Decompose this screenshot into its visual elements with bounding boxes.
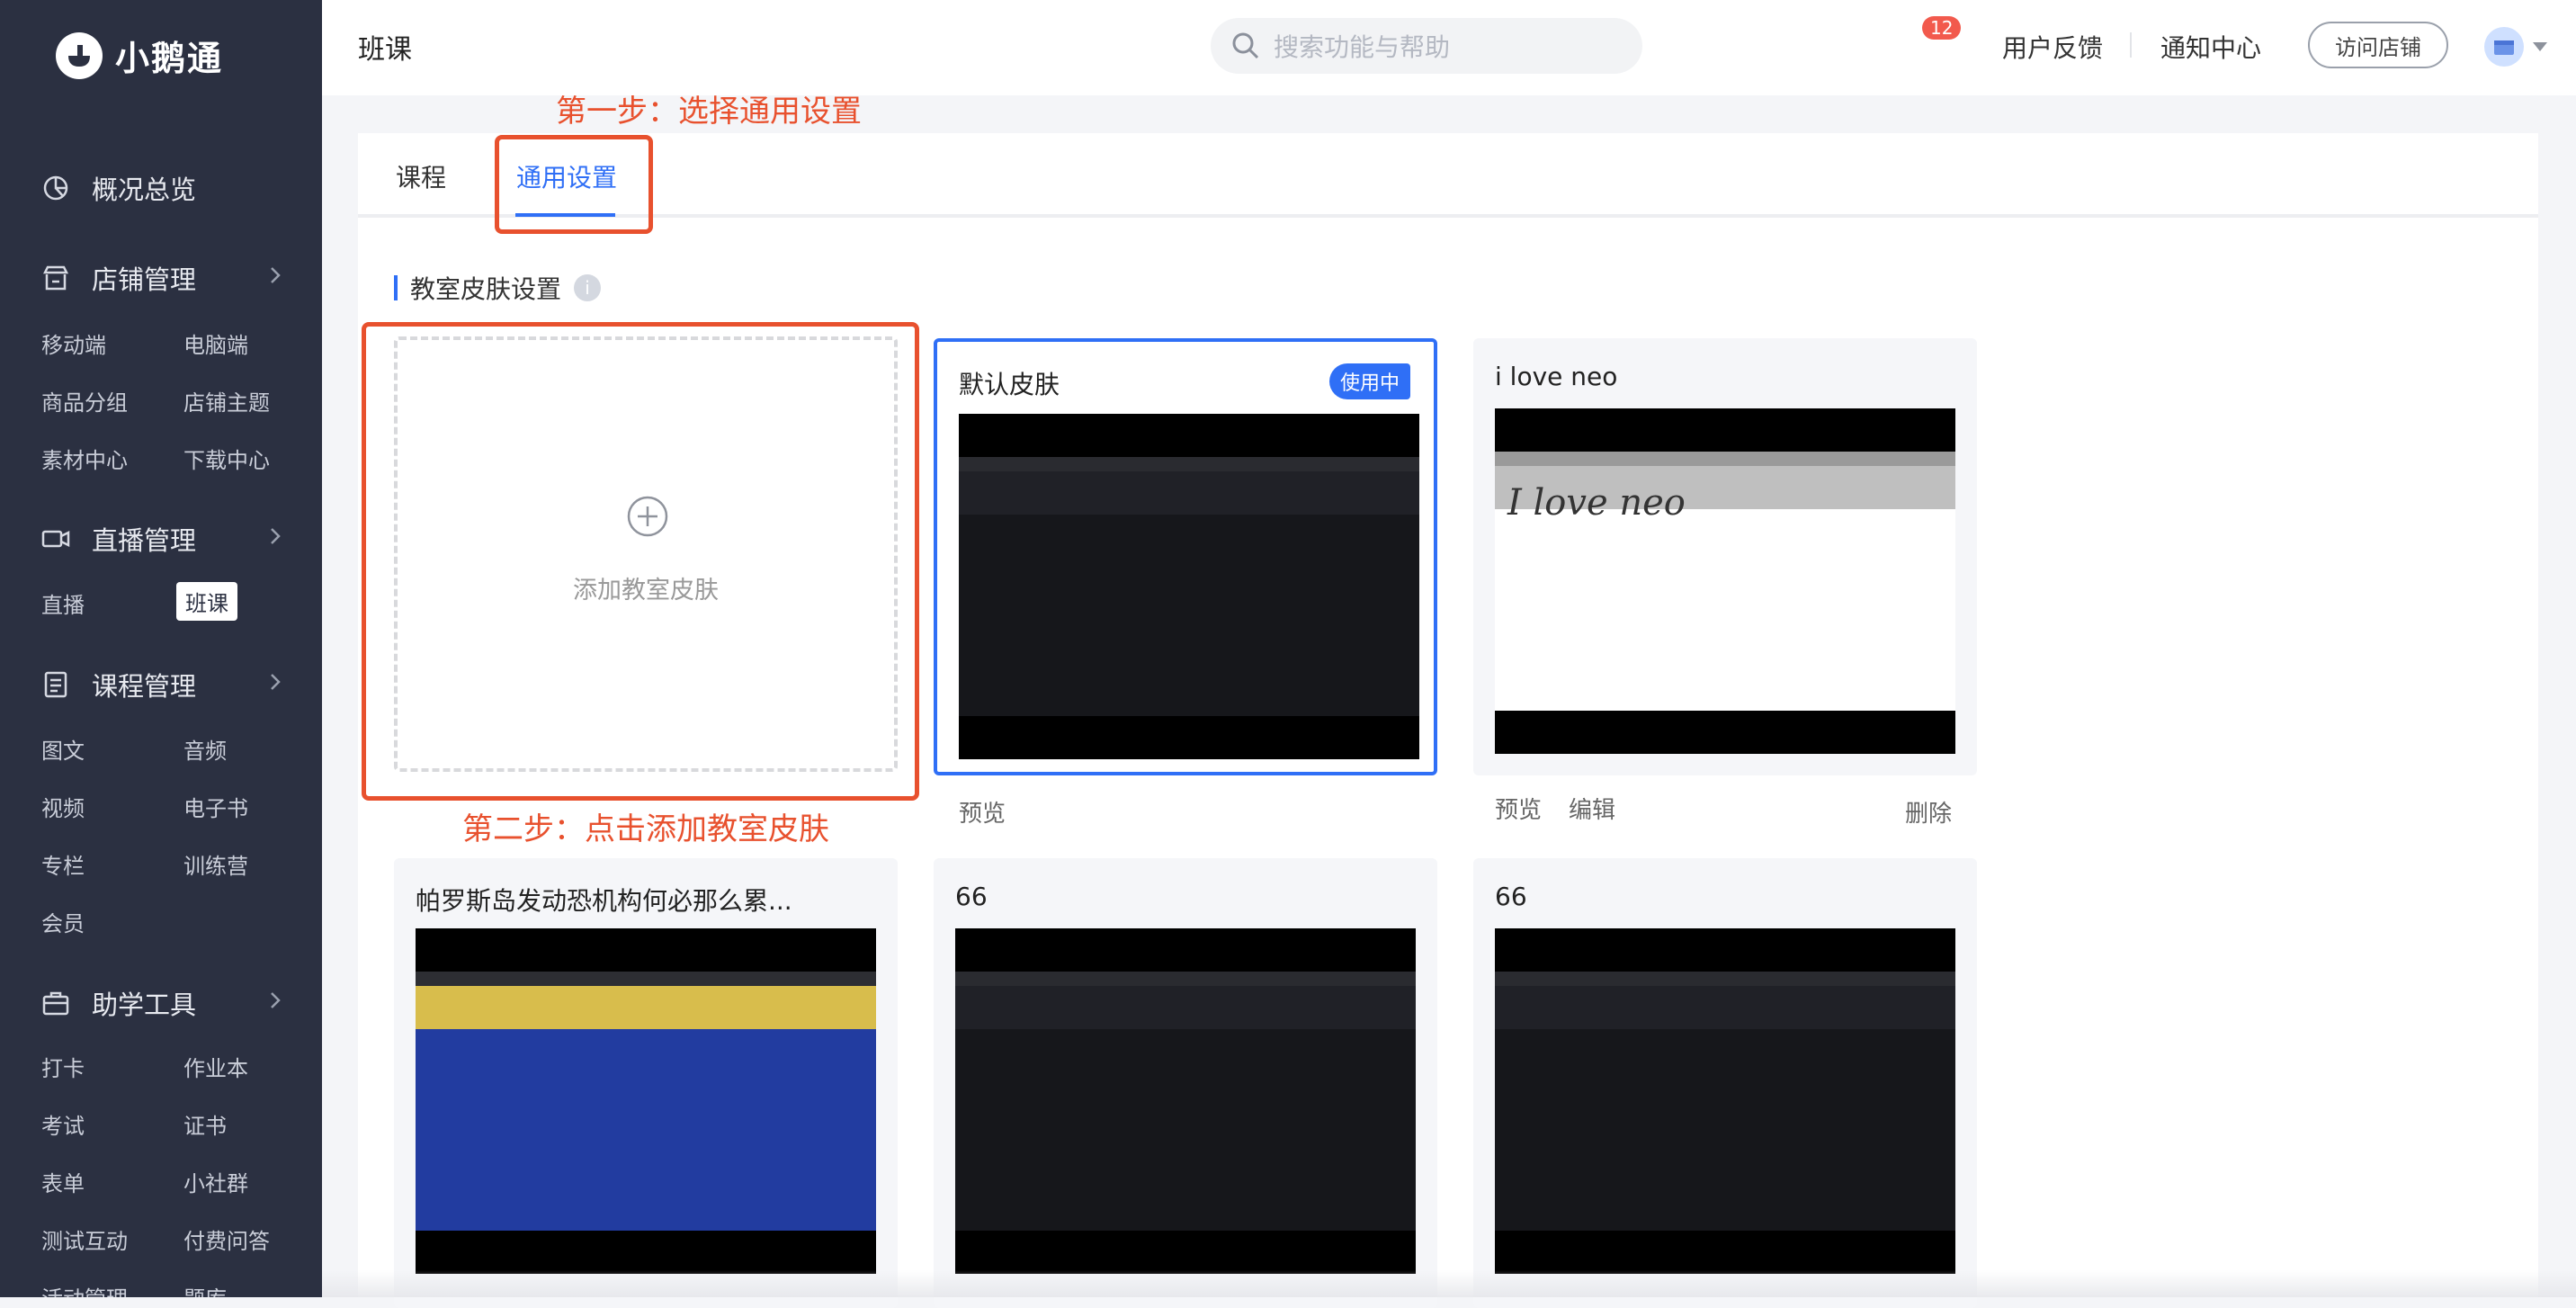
goose-logo-icon (56, 31, 103, 79)
delete-link[interactable]: 删除 (1905, 795, 1952, 829)
sidebar-item-question-bank[interactable]: 题库 (183, 1281, 227, 1297)
document-icon (40, 668, 72, 701)
search-icon (1230, 31, 1261, 61)
skin-name: 66 (955, 882, 988, 911)
skin-thumbnail[interactable]: I love neo (1495, 408, 1955, 754)
bottom-fade (322, 1270, 2576, 1297)
edit-link[interactable]: 编辑 (1569, 792, 1615, 825)
chevron-right-icon (268, 988, 282, 1017)
sidebar-item-product-group[interactable]: 商品分组 (41, 385, 128, 417)
sidebar-item-video[interactable]: 视频 (41, 791, 85, 822)
store-avatar-icon (2494, 40, 2514, 55)
sidebar-item-activity[interactable]: 活动管理 (41, 1281, 128, 1297)
skin-name: 66 (1495, 882, 1527, 911)
header-divider (2130, 32, 2132, 58)
sidebar-item-class[interactable]: 班课 (176, 582, 237, 621)
nav-group-label: 店铺管理 (92, 264, 197, 295)
app-name: 小鹅通 (115, 39, 224, 78)
sidebar-item-camp[interactable]: 训练营 (183, 848, 248, 880)
annotation-box-tab (495, 135, 653, 234)
notification-center-link[interactable]: 通知中心 (2160, 29, 2261, 65)
skin-card-66-a[interactable]: 66 (934, 858, 1437, 1308)
preview-link[interactable]: 预览 (1495, 792, 1542, 825)
pie-chart-icon (40, 172, 72, 204)
chevron-right-icon (268, 524, 282, 552)
nav-group-live[interactable]: 直播管理 (40, 520, 282, 558)
store-icon (40, 262, 72, 294)
sidebar-item-ebook[interactable]: 电子书 (183, 791, 248, 822)
sidebar-item-exam[interactable]: 考试 (41, 1108, 85, 1140)
sidebar-item-live[interactable]: 直播 (41, 587, 85, 619)
skin-thumbnail[interactable] (1495, 928, 1955, 1274)
sidebar-item-member[interactable]: 会员 (41, 906, 85, 937)
sidebar-item-community[interactable]: 小社群 (183, 1166, 248, 1197)
nav-group-learning-tools[interactable]: 助学工具 (40, 984, 282, 1022)
annotation-box-add-skin (362, 322, 919, 801)
skin-thumbnail[interactable] (416, 928, 876, 1274)
info-icon[interactable]: i (574, 274, 602, 301)
sidebar-item-download-center[interactable]: 下载中心 (183, 443, 270, 474)
logo[interactable]: 小鹅通 (56, 31, 223, 80)
page-title: 班课 (358, 34, 412, 66)
sidebar-item-quiz[interactable]: 测试互动 (41, 1223, 128, 1255)
section-accent-bar (394, 275, 398, 300)
feedback-link[interactable]: 用户反馈 (2002, 29, 2103, 65)
sidebar-item-checkin[interactable]: 打卡 (41, 1051, 85, 1082)
notification-count-badge: 12 (1922, 16, 1962, 40)
skin-card-i-love-neo[interactable]: i love neo I love neo (1473, 338, 1977, 775)
video-camera-icon (40, 523, 72, 555)
search-input[interactable]: 搜索功能与帮助 (1274, 28, 1450, 64)
sidebar-item-article[interactable]: 图文 (41, 733, 85, 765)
sidebar-item-homework[interactable]: 作业本 (183, 1051, 248, 1082)
chevron-right-icon (268, 263, 282, 291)
sidebar-item-audio[interactable]: 音频 (183, 733, 227, 765)
tabs-divider (358, 214, 2538, 218)
skin-thumbnail[interactable] (959, 414, 1419, 759)
sidebar-item-paid-qa[interactable]: 付费问答 (183, 1223, 270, 1255)
sidebar-item-mobile[interactable]: 移动端 (41, 327, 106, 359)
sidebar-item-pc[interactable]: 电脑端 (183, 327, 248, 359)
section-header: 教室皮肤设置 i (394, 270, 602, 306)
annotation-step1: 第一步：选择通用设置 (556, 94, 862, 130)
chevron-right-icon (268, 669, 282, 698)
skin-card-default[interactable]: 默认皮肤 使用中 (934, 338, 1437, 775)
in-use-badge: 使用中 (1328, 363, 1410, 399)
toolbox-icon (40, 987, 72, 1019)
skin-name: i love neo (1495, 362, 1618, 391)
sidebar-item-column[interactable]: 专栏 (41, 848, 85, 880)
nav-group-store[interactable]: 店铺管理 (40, 259, 282, 297)
sidebar-item-form[interactable]: 表单 (41, 1166, 85, 1197)
skin-name: 帕罗斯岛发动恐机构何必那么累... (416, 886, 792, 916)
nav-group-label: 直播管理 (92, 525, 197, 556)
nav-group-label: 概况总览 (92, 175, 197, 205)
visit-store-button[interactable]: 访问店铺 (2308, 22, 2448, 68)
skin-name: 默认皮肤 (959, 370, 1060, 399)
nav-group-course[interactable]: 课程管理 (40, 666, 282, 703)
preview-link[interactable]: 预览 (959, 795, 1006, 829)
handwriting-text: I love neo (1507, 482, 1686, 524)
avatar[interactable] (2484, 27, 2524, 67)
nav-group-label: 助学工具 (92, 990, 197, 1020)
annotation-step2: 第二步：点击添加教室皮肤 (462, 811, 829, 847)
sidebar: 小鹅通 概况总览 店铺管理 移动端 电脑端 商品分组 店铺主题 素材中心 下载中… (0, 0, 322, 1297)
search-box[interactable]: 搜索功能与帮助 (1211, 18, 1642, 74)
section-title: 教室皮肤设置 (410, 274, 562, 304)
sidebar-item-store-theme[interactable]: 店铺主题 (183, 385, 270, 417)
sidebar-item-material-center[interactable]: 素材中心 (41, 443, 128, 474)
sidebar-item-certificate[interactable]: 证书 (183, 1108, 227, 1140)
nav-group-label: 课程管理 (92, 671, 197, 702)
skin-thumbnail[interactable] (955, 928, 1416, 1274)
nav-group-overview[interactable]: 概况总览 (40, 169, 282, 207)
caret-down-icon[interactable] (2531, 40, 2549, 57)
tab-course[interactable]: 课程 (396, 158, 446, 194)
skin-card-long-name[interactable]: 帕罗斯岛发动恐机构何必那么累... (394, 858, 898, 1308)
skin-card-66-b[interactable]: 66 (1473, 858, 1977, 1308)
